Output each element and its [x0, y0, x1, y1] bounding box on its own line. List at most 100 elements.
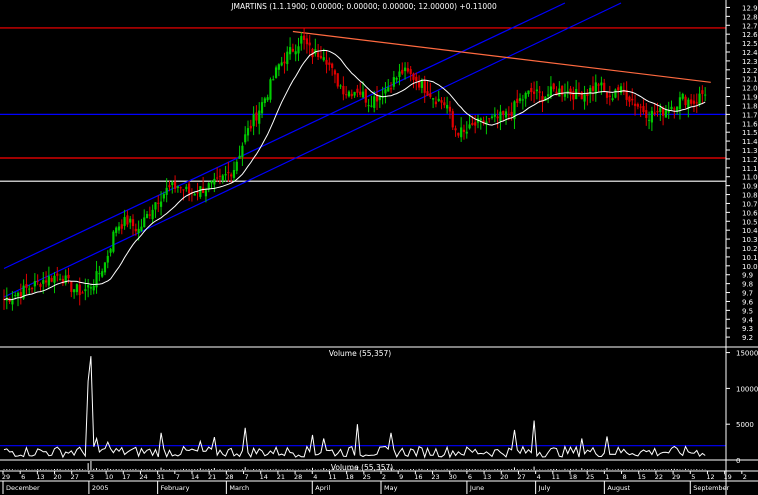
price-tick-label: 11.1: [742, 165, 758, 173]
candle-body: [695, 102, 698, 104]
date-tick-label: 11: [552, 473, 560, 481]
month-label: September: [693, 484, 729, 492]
date-tick-label: 21: [208, 473, 216, 481]
candle-body: [95, 271, 98, 288]
month-label: May: [384, 484, 398, 492]
candle-body: [75, 284, 79, 293]
candle-body: [272, 79, 275, 81]
candle-body: [123, 217, 126, 226]
price-tick-label: 12.2: [742, 67, 758, 75]
candle-body: [263, 98, 266, 104]
candle-body: [213, 178, 216, 185]
candle-body: [350, 93, 353, 97]
candle-body: [277, 64, 280, 70]
candle-body: [16, 292, 20, 297]
candle-body: [460, 127, 463, 138]
candle-body: [409, 69, 412, 74]
candle-body: [188, 183, 191, 194]
candle-body: [204, 190, 208, 197]
candle-body: [106, 255, 109, 263]
candle-body: [479, 118, 482, 121]
candle-body: [502, 110, 505, 115]
candle-body: [89, 287, 93, 289]
candle-body: [434, 101, 438, 105]
candle-body: [701, 90, 704, 94]
candle-body: [162, 194, 165, 199]
candle-body: [353, 91, 356, 96]
month-label: 2005: [92, 484, 109, 492]
candle-body: [101, 271, 104, 277]
price-chart-title: JMARTINS (1.1.1900; 0.00000; 0.00000; 0.…: [230, 2, 497, 11]
month-label: July: [538, 484, 551, 492]
candle-body: [70, 281, 73, 292]
date-tick-label: 6: [468, 473, 472, 481]
candle-body: [591, 86, 595, 91]
candle-body: [474, 122, 477, 126]
candle-body: [14, 295, 17, 297]
date-tick-label: 29: [2, 473, 10, 481]
candle-body: [617, 87, 620, 91]
candle-body: [639, 106, 642, 108]
price-tick-label: 10.0: [742, 263, 758, 271]
candle-body: [67, 274, 70, 279]
price-tick-label: 11.6: [742, 120, 758, 128]
date-tick-label: 4: [313, 473, 317, 481]
candle-body: [468, 124, 471, 129]
date-tick-label: 23: [431, 473, 439, 481]
date-tick-label: 20: [53, 473, 61, 481]
candle-body: [44, 280, 48, 283]
candle-body: [597, 84, 600, 86]
candle-body: [496, 116, 499, 119]
candle-body: [140, 226, 143, 232]
date-tick-label: 8: [622, 473, 626, 481]
candle-body: [328, 62, 331, 65]
candle-body: [611, 98, 614, 100]
candle-body: [115, 227, 118, 233]
candle-body: [605, 91, 609, 98]
price-tick-label: 12.0: [742, 85, 758, 93]
candle-body: [670, 106, 673, 110]
candle-body: [193, 193, 196, 196]
date-tick-label: 2: [743, 473, 747, 481]
candle-body: [280, 62, 283, 66]
price-tick-label: 12.9: [742, 4, 758, 12]
candle-body: [566, 91, 569, 93]
candle-body: [398, 71, 401, 77]
date-tick-label: 4: [537, 473, 541, 481]
candle-body: [603, 82, 606, 91]
month-label: February: [161, 484, 190, 492]
candle-body: [258, 110, 261, 124]
candle-body: [499, 111, 502, 122]
candle-body: [465, 131, 468, 134]
candle-body: [690, 99, 693, 104]
date-tick-label: 7: [176, 473, 180, 481]
date-tick-label: 6: [21, 473, 25, 481]
price-tick-label: 12.1: [742, 76, 758, 84]
candle-body: [230, 174, 233, 177]
candle-body: [619, 86, 623, 93]
candle-body: [53, 275, 56, 283]
candle-body: [650, 110, 653, 123]
price-tick-label: 12.7: [742, 22, 758, 30]
candle-body: [569, 88, 572, 95]
date-tick-label: 13: [483, 473, 491, 481]
candle-body: [286, 51, 289, 65]
candle-body: [547, 94, 550, 97]
candle-body: [367, 105, 370, 107]
date-tick-label: 7: [244, 473, 248, 481]
candle-body: [255, 112, 258, 121]
price-tick-label: 9.8: [742, 281, 753, 289]
candle-body: [692, 100, 696, 104]
price-tick-label: 11.4: [742, 138, 758, 146]
stock-chart: JMARTINS (1.1.1900; 0.00000; 0.00000; 0.…: [0, 0, 758, 495]
candle-body: [667, 110, 670, 113]
candle-body: [319, 55, 323, 59]
candle-body: [109, 248, 112, 253]
candle-body: [84, 289, 87, 292]
candle-body: [98, 273, 101, 275]
candle-body: [645, 110, 648, 119]
price-tick-label: 9.7: [742, 290, 753, 298]
candle-body: [179, 187, 182, 189]
candle-body: [39, 284, 42, 287]
candle-body: [364, 89, 367, 103]
